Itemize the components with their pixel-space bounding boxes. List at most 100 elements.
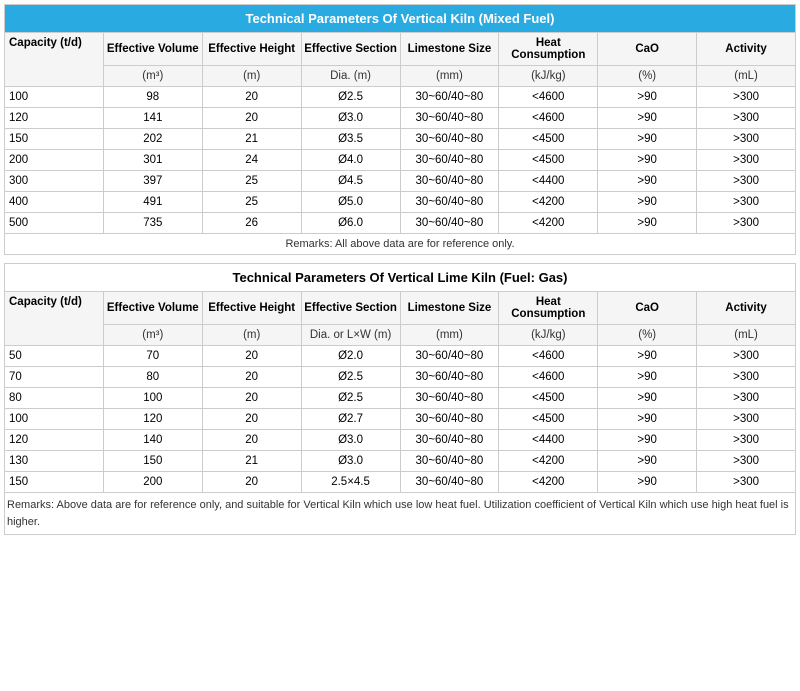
table1-cell: 300 xyxy=(5,171,104,192)
table1-title: Technical Parameters Of Vertical Kiln (M… xyxy=(5,5,796,33)
table1-cell: 98 xyxy=(103,87,202,108)
table1-row: 15020221Ø3.530~60/40~80<4500>90>300 xyxy=(5,129,796,150)
table2-cell: 120 xyxy=(103,409,202,430)
table2-cell: 120 xyxy=(5,430,104,451)
table1-cell: 25 xyxy=(202,171,301,192)
table1-col-section: Effective Section xyxy=(301,33,400,66)
table2-cell: <4200 xyxy=(499,472,598,493)
table2-unit-limestone: (mm) xyxy=(400,325,499,346)
table2-cell: Ø3.0 xyxy=(301,430,400,451)
table2-cell: >300 xyxy=(697,409,796,430)
table2-cell: 20 xyxy=(202,430,301,451)
table1-cell: Ø3.0 xyxy=(301,108,400,129)
table2-cell: 21 xyxy=(202,451,301,472)
table2-col-height: Effective Height xyxy=(202,292,301,325)
table1-cell: 120 xyxy=(5,108,104,129)
table1-cell: 30~60/40~80 xyxy=(400,192,499,213)
table2-cell: >300 xyxy=(697,451,796,472)
table1-remarks: Remarks: All above data are for referenc… xyxy=(5,234,796,255)
table1-cell: 30~60/40~80 xyxy=(400,108,499,129)
table2-cell: 70 xyxy=(103,346,202,367)
table2-unit-vol: (m³) xyxy=(103,325,202,346)
table1-cell: >90 xyxy=(598,87,697,108)
table2-cell: >300 xyxy=(697,388,796,409)
table1-cell: >300 xyxy=(697,213,796,234)
table1-unit-cao: (%) xyxy=(598,66,697,87)
table1-cell: <4500 xyxy=(499,150,598,171)
table2-unit-height: (m) xyxy=(202,325,301,346)
table1-cell: 735 xyxy=(103,213,202,234)
table1-cell: Ø4.5 xyxy=(301,171,400,192)
table2-row: 708020Ø2.530~60/40~80<4600>90>300 xyxy=(5,367,796,388)
table2-cell: 150 xyxy=(103,451,202,472)
table2-unit-section: Dia. or L×W (m) xyxy=(301,325,400,346)
table1-cell: Ø4.0 xyxy=(301,150,400,171)
table2-footer: Remarks: Above data are for reference on… xyxy=(5,493,796,535)
table2-title: Technical Parameters Of Vertical Lime Ki… xyxy=(5,264,796,292)
table1-row: 1009820Ø2.530~60/40~80<4600>90>300 xyxy=(5,87,796,108)
table2-cell: 30~60/40~80 xyxy=(400,472,499,493)
table1-cell: 24 xyxy=(202,150,301,171)
table1-cell: 30~60/40~80 xyxy=(400,213,499,234)
table2-cell: 150 xyxy=(5,472,104,493)
table1-cell: 26 xyxy=(202,213,301,234)
table2-cell: >300 xyxy=(697,430,796,451)
table2-cell: 30~60/40~80 xyxy=(400,346,499,367)
table1-cell: 397 xyxy=(103,171,202,192)
table2-row: 150200202.5×4.530~60/40~80<4200>90>300 xyxy=(5,472,796,493)
table1-cell: >90 xyxy=(598,213,697,234)
table1-unit-heat: (kJ/kg) xyxy=(499,66,598,87)
table2-cell: 100 xyxy=(103,388,202,409)
table2-cell: <4600 xyxy=(499,367,598,388)
table1-cell: Ø6.0 xyxy=(301,213,400,234)
table1-row: 50073526Ø6.030~60/40~80<4200>90>300 xyxy=(5,213,796,234)
table2-cell: >90 xyxy=(598,451,697,472)
table1-cell: >300 xyxy=(697,87,796,108)
table1-col-heat: Heat Consumption xyxy=(499,33,598,66)
table1-cell: 301 xyxy=(103,150,202,171)
table1-cell: 200 xyxy=(5,150,104,171)
table1-cell: Ø3.5 xyxy=(301,129,400,150)
table2-cell: Ø2.5 xyxy=(301,388,400,409)
table2-cell: >90 xyxy=(598,430,697,451)
table1-col-cao: CaO xyxy=(598,33,697,66)
table1-cell: 500 xyxy=(5,213,104,234)
table2-col-activity: Activity xyxy=(697,292,796,325)
table2-cell: >300 xyxy=(697,346,796,367)
table2-unit-heat: (kJ/kg) xyxy=(499,325,598,346)
table1-body: 1009820Ø2.530~60/40~80<4600>90>300120141… xyxy=(5,87,796,234)
table1-cell: 141 xyxy=(103,108,202,129)
table1-cell: 100 xyxy=(5,87,104,108)
table1-cell: >90 xyxy=(598,150,697,171)
table1-cell: Ø2.5 xyxy=(301,87,400,108)
table1-unit-section: Dia. (m) xyxy=(301,66,400,87)
table2-cell: Ø2.5 xyxy=(301,367,400,388)
table2-cell: 30~60/40~80 xyxy=(400,451,499,472)
table1-cell: >300 xyxy=(697,150,796,171)
table2-cell: 20 xyxy=(202,346,301,367)
table1-cell: >300 xyxy=(697,192,796,213)
table2-cell: Ø2.0 xyxy=(301,346,400,367)
table2-cell: 30~60/40~80 xyxy=(400,367,499,388)
table1-row: 40049125Ø5.030~60/40~80<4200>90>300 xyxy=(5,192,796,213)
table1-cell: 491 xyxy=(103,192,202,213)
table2-cell: 200 xyxy=(103,472,202,493)
table1-cell: >90 xyxy=(598,192,697,213)
table2-cell: >90 xyxy=(598,472,697,493)
table1-cell: 20 xyxy=(202,108,301,129)
table2-col-cao: CaO xyxy=(598,292,697,325)
table2-row: 10012020Ø2.730~60/40~80<4500>90>300 xyxy=(5,409,796,430)
table1-col-vol: Effective Volume xyxy=(103,33,202,66)
table1-cell: Ø5.0 xyxy=(301,192,400,213)
table2-cell: >90 xyxy=(598,388,697,409)
table2-col-capacity: Capacity (t/d) xyxy=(5,292,104,346)
table1-col-activity: Activity xyxy=(697,33,796,66)
table2-cell: 140 xyxy=(103,430,202,451)
table2-cell: >90 xyxy=(598,409,697,430)
table1-cell: 202 xyxy=(103,129,202,150)
table1-cell: <4600 xyxy=(499,87,598,108)
table2-cell: 20 xyxy=(202,472,301,493)
table1-cell: <4500 xyxy=(499,129,598,150)
table1-cell: 150 xyxy=(5,129,104,150)
table2: Technical Parameters Of Vertical Lime Ki… xyxy=(4,263,796,535)
